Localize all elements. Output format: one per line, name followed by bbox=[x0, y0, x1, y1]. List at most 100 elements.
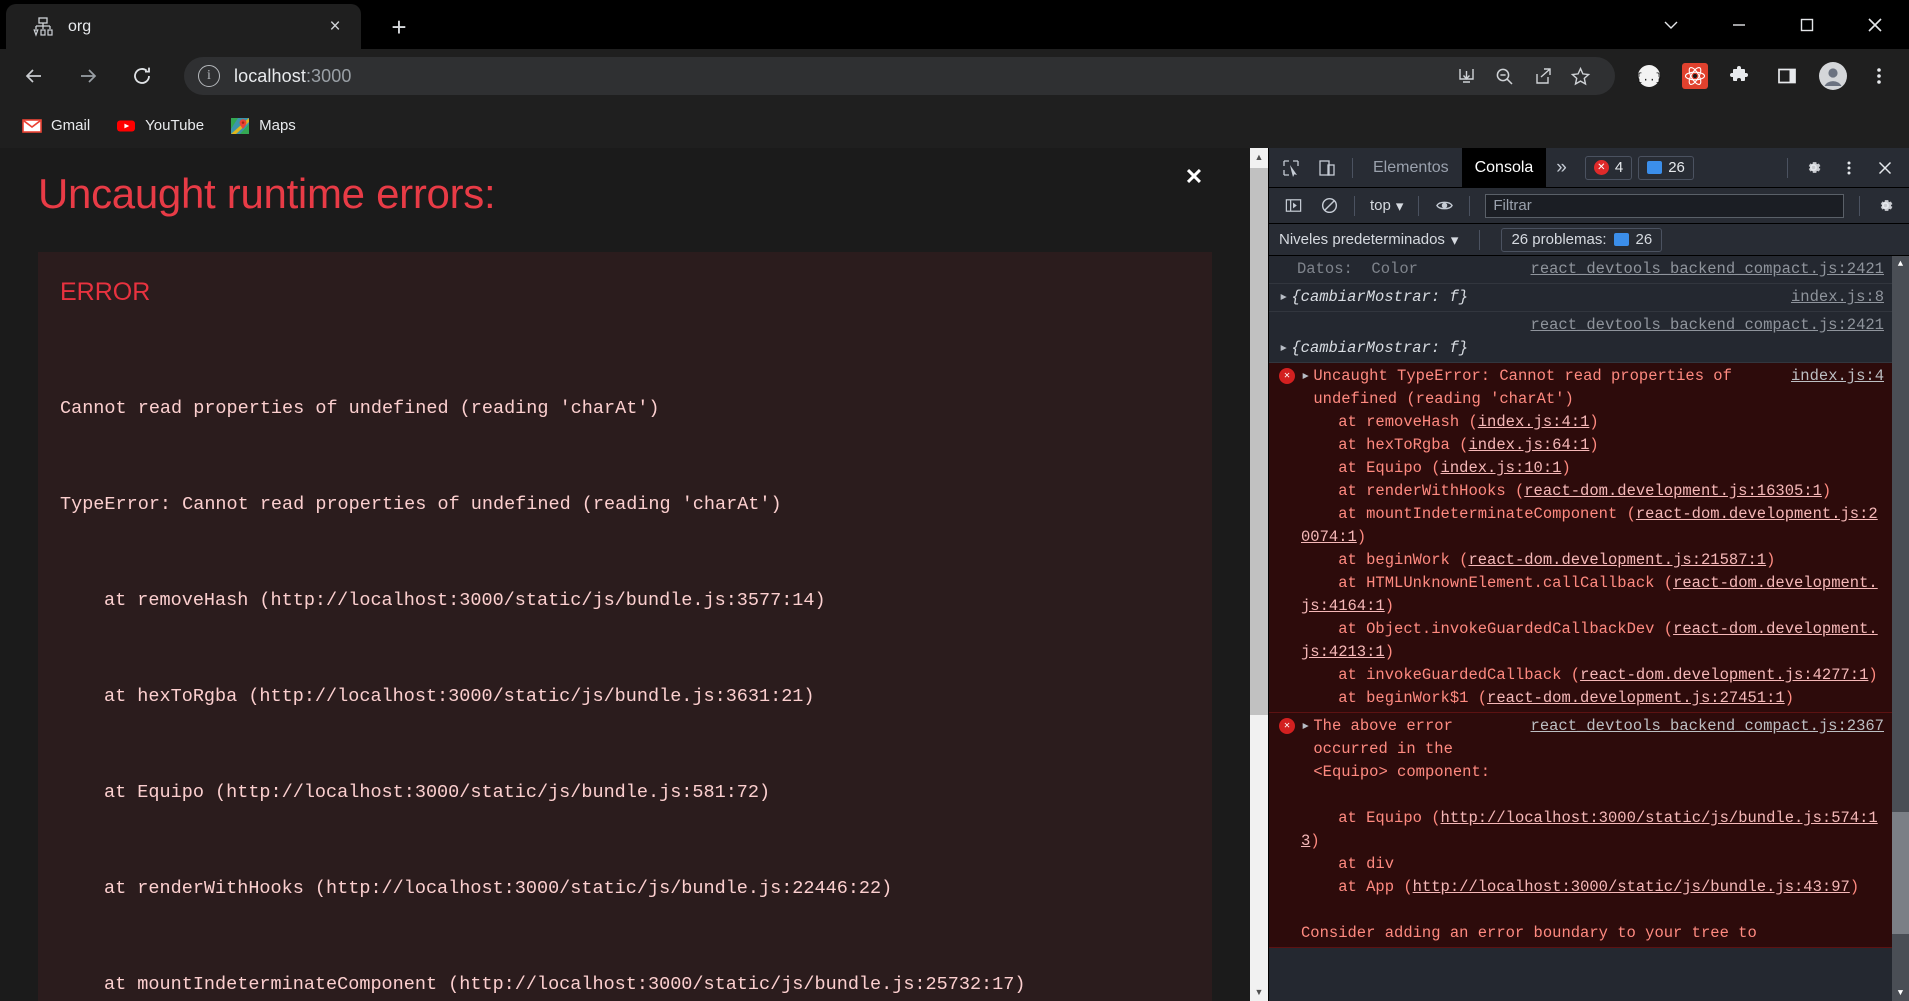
close-window-icon[interactable] bbox=[1841, 0, 1909, 49]
gmail-icon bbox=[22, 116, 42, 136]
more-tabs-icon[interactable]: » bbox=[1546, 148, 1577, 188]
console-scrollbar[interactable]: ▲ ▼ bbox=[1892, 256, 1909, 1001]
stack-link[interactable]: index.js:10:1 bbox=[1441, 459, 1562, 477]
tab-consola[interactable]: Consola bbox=[1461, 147, 1547, 188]
log-source-link[interactable]: react_devtools_backend_compact.js:2421 bbox=[1521, 314, 1884, 337]
inspect-element-icon[interactable] bbox=[1275, 153, 1307, 183]
browser-window: org × + i localhost:3000 {..} Gmail YouT… bbox=[0, 0, 1909, 1001]
browser-tab[interactable]: org × bbox=[6, 4, 361, 49]
back-button[interactable] bbox=[14, 56, 54, 96]
new-tab-button[interactable]: + bbox=[382, 10, 416, 44]
chevron-down-icon[interactable] bbox=[1637, 0, 1705, 49]
devtools-menu-kebab-icon[interactable] bbox=[1833, 153, 1865, 183]
log-source-link[interactable]: react_devtools_backend_compact.js:2421 bbox=[1521, 258, 1884, 281]
svg-text:{..}: {..} bbox=[1636, 73, 1662, 85]
stack-link[interactable]: http://localhost:3000/static/js/bundle.j… bbox=[1413, 878, 1850, 896]
extensions-puzzle-icon[interactable] bbox=[1719, 54, 1763, 98]
scroll-up-arrow-icon[interactable]: ▲ bbox=[1250, 148, 1268, 166]
error-count-badge[interactable]: ✕ 4 bbox=[1584, 155, 1633, 180]
log-source-link[interactable]: react_devtools_backend_compact.js:2367 bbox=[1521, 715, 1884, 784]
site-info-icon[interactable]: i bbox=[198, 65, 220, 87]
bookmark-label: Gmail bbox=[51, 117, 91, 134]
scroll-down-arrow-icon[interactable]: ▼ bbox=[1892, 985, 1909, 1001]
stack-line: at beginWork$1 (react-dom.development.js… bbox=[1301, 689, 1795, 707]
page-scrollbar[interactable]: ▲ ▼ bbox=[1250, 148, 1268, 1001]
page-scrollbar-thumb[interactable] bbox=[1250, 168, 1268, 715]
bookmark-youtube[interactable]: YouTube bbox=[106, 110, 214, 142]
stack-line: at beginWork (react-dom.development.js:2… bbox=[1301, 551, 1776, 569]
stack-link[interactable]: react-dom.development.js:21587:1 bbox=[1468, 551, 1766, 569]
clear-console-icon[interactable] bbox=[1313, 191, 1345, 221]
expand-triangle-icon[interactable]: ▸ bbox=[1279, 337, 1288, 360]
install-app-icon[interactable] bbox=[1449, 59, 1483, 93]
tab-close-icon[interactable]: × bbox=[321, 13, 349, 41]
bookmark-gmail[interactable]: Gmail bbox=[12, 110, 100, 142]
log-levels-label: Niveles predeterminados bbox=[1279, 231, 1445, 248]
stack-link[interactable]: react-dom.development.js:16305:1 bbox=[1524, 482, 1822, 500]
search-icon[interactable] bbox=[1487, 59, 1521, 93]
device-toolbar-icon[interactable] bbox=[1311, 153, 1343, 183]
console-filter-input[interactable]: Filtrar bbox=[1485, 193, 1844, 218]
toolbar-divider bbox=[1787, 157, 1788, 178]
react-devtools-extension-icon[interactable] bbox=[1673, 54, 1717, 98]
bookmark-maps[interactable]: Maps bbox=[220, 110, 306, 142]
log-text: {cambiarMostrar: f} bbox=[1291, 339, 1469, 357]
chrome-menu-kebab-icon[interactable] bbox=[1857, 54, 1901, 98]
console-levels-bar: Niveles predeterminados ▾ 26 problemas: … bbox=[1269, 224, 1909, 256]
scroll-down-arrow-icon[interactable]: ▼ bbox=[1250, 983, 1268, 1001]
maximize-icon[interactable] bbox=[1773, 0, 1841, 49]
stack-line: at renderWithHooks (react-dom.developmen… bbox=[1301, 482, 1832, 500]
profile-avatar-icon[interactable] bbox=[1811, 54, 1855, 98]
console-settings-gear-icon[interactable] bbox=[1869, 191, 1901, 221]
console-scrollbar-thumb[interactable] bbox=[1892, 812, 1909, 934]
devtools-settings-gear-icon[interactable] bbox=[1797, 153, 1829, 183]
chevron-down-icon: ▾ bbox=[1395, 197, 1404, 215]
stack-link[interactable]: index.js:4:1 bbox=[1478, 413, 1590, 431]
bookmark-star-icon[interactable] bbox=[1563, 59, 1597, 93]
expand-triangle-icon[interactable]: ▸ bbox=[1279, 286, 1288, 309]
stack-link[interactable]: react-dom.development.js:27451:1 bbox=[1487, 689, 1785, 707]
console-row[interactable]: react_devtools_backend_compact.js:2421 bbox=[1269, 312, 1892, 337]
log-levels-selector[interactable]: Niveles predeterminados ▾ bbox=[1279, 231, 1458, 249]
page-viewport: ✕ Uncaught runtime errors: ERROR Cannot … bbox=[0, 148, 1268, 1001]
window-controls bbox=[1637, 0, 1909, 49]
devtools-right-controls bbox=[1780, 153, 1909, 183]
forward-button[interactable] bbox=[68, 56, 108, 96]
stack-link[interactable]: index.js:64:1 bbox=[1468, 436, 1589, 454]
side-panel-icon[interactable] bbox=[1765, 54, 1809, 98]
toolbar-divider bbox=[1354, 195, 1355, 216]
console-row[interactable]: ▸ {cambiarMostrar: f} index.js:8 bbox=[1269, 284, 1892, 312]
message-count-badge[interactable]: 26 bbox=[1638, 155, 1694, 180]
log-source-link[interactable]: index.js:4 bbox=[1781, 365, 1884, 411]
console-sidebar-icon[interactable] bbox=[1277, 191, 1309, 221]
log-source-link[interactable]: index.js:8 bbox=[1781, 286, 1884, 309]
stack-line: at invokeGuardedCallback (react-dom.deve… bbox=[1301, 666, 1878, 684]
expand-triangle-icon[interactable]: ▸ bbox=[1301, 715, 1310, 784]
console-error-row[interactable]: ✕ ▸ The above error occurred in the <Equ… bbox=[1269, 713, 1892, 948]
tab-strip: org × + bbox=[0, 0, 1909, 49]
address-bar[interactable]: i localhost:3000 bbox=[184, 57, 1615, 95]
console-log[interactable]: Datos: Color react_devtools_backend_comp… bbox=[1269, 256, 1909, 1001]
console-error-row[interactable]: ✕ ▸ Uncaught TypeError: Cannot read prop… bbox=[1269, 363, 1892, 713]
live-expression-eye-icon[interactable] bbox=[1428, 191, 1460, 221]
log-text: Datos: Color bbox=[1297, 260, 1418, 278]
minimize-icon[interactable] bbox=[1705, 0, 1773, 49]
error-footer-text: Consider adding an error boundary to you… bbox=[1301, 924, 1757, 942]
stack-link[interactable]: react-dom.development.js:4277:1 bbox=[1580, 666, 1868, 684]
scroll-up-arrow-icon[interactable]: ▲ bbox=[1892, 256, 1909, 272]
reload-button[interactable] bbox=[122, 56, 162, 96]
toolbar-divider bbox=[1418, 195, 1420, 216]
console-row[interactable]: ▸ {cambiarMostrar: f} bbox=[1269, 337, 1892, 363]
problems-summary-badge[interactable]: 26 problemas: 26 bbox=[1501, 227, 1663, 252]
close-overlay-button[interactable]: ✕ bbox=[1180, 163, 1208, 191]
devtools-close-icon[interactable] bbox=[1869, 153, 1901, 183]
expand-triangle-icon[interactable]: ▸ bbox=[1301, 365, 1310, 411]
console-log-entries: Datos: Color react_devtools_backend_comp… bbox=[1269, 256, 1892, 1001]
json-formatter-extension-icon[interactable]: {..} bbox=[1627, 54, 1671, 98]
console-row[interactable]: Datos: Color react_devtools_backend_comp… bbox=[1269, 256, 1892, 284]
execution-context-selector[interactable]: top ▾ bbox=[1362, 197, 1411, 215]
tab-elementos[interactable]: Elementos bbox=[1360, 148, 1462, 188]
error-dot-icon: ✕ bbox=[1279, 718, 1295, 734]
share-icon[interactable] bbox=[1525, 59, 1559, 93]
stack-line: at Equipo (http://localhost:3000/static/… bbox=[104, 782, 771, 803]
